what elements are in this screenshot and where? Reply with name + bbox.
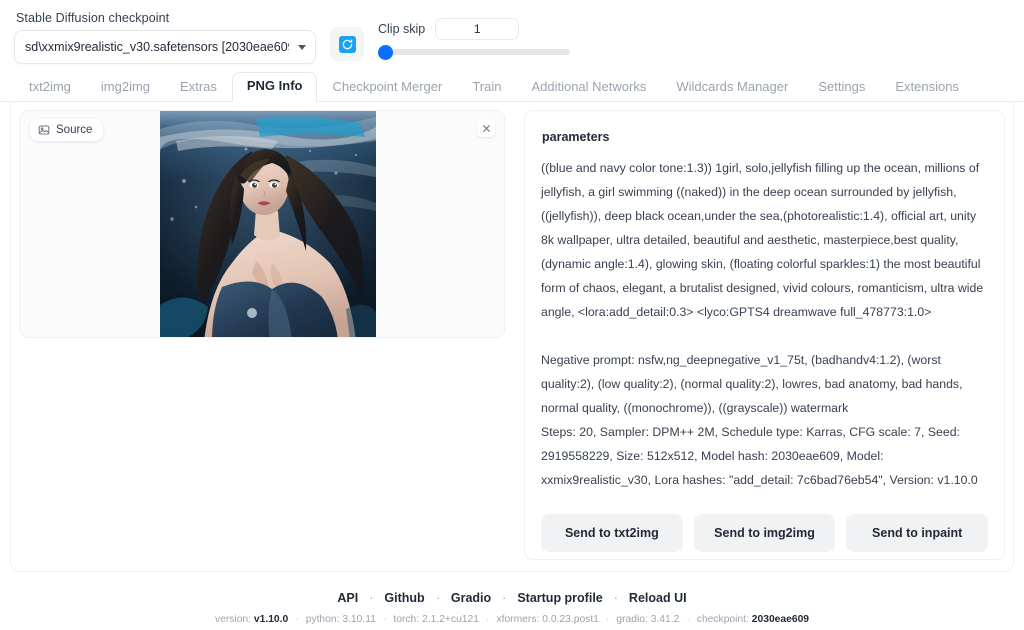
- footer-versions: version: v1.10.0 · python: 3.10.11 · torch: …: [0, 614, 1024, 625]
- footer-version-value: 3.41.2: [651, 614, 680, 625]
- topbar: Stable Diffusion checkpoint sd\xxmix9rea…: [0, 0, 1024, 64]
- footer-version-separator: ·: [606, 614, 609, 625]
- send-button-row: Send to txt2img Send to img2img Send to …: [541, 514, 988, 552]
- tab-content-png-info: Source: [10, 102, 1014, 572]
- footer-version-separator: ·: [295, 614, 298, 625]
- checkpoint-dropdown[interactable]: sd\xxmix9realistic_v30.safetensors [2030…: [14, 30, 316, 64]
- checkpoint-label: Stable Diffusion checkpoint: [16, 10, 316, 26]
- tab-extensions[interactable]: Extensions: [880, 73, 974, 102]
- refresh-icon: [339, 36, 356, 53]
- tab-png-info[interactable]: PNG Info: [232, 72, 318, 102]
- footer-version-key: gradio:: [616, 614, 647, 625]
- footer-link-github[interactable]: Github: [384, 591, 424, 605]
- footer-version-value: 0.0.23.post1: [542, 614, 599, 625]
- footer-link-startup-profile[interactable]: Startup profile: [517, 591, 602, 605]
- source-badge-label: Source: [56, 124, 92, 136]
- clip-skip-label: Clip skip: [378, 22, 425, 36]
- tab-img2img[interactable]: img2img: [86, 73, 165, 102]
- parameters-title: parameters: [542, 130, 988, 144]
- footer-links: API · Github · Gradio · Startup profile · Reload…: [0, 591, 1024, 605]
- tab-txt2img[interactable]: txt2img: [14, 73, 86, 102]
- tab-checkpoint-merger[interactable]: Checkpoint Merger: [317, 73, 457, 102]
- clip-skip-group: Clip skip 1: [378, 18, 570, 55]
- footer: API · Github · Gradio · Startup profile · Reload…: [0, 591, 1024, 625]
- checkpoint-group: Stable Diffusion checkpoint sd\xxmix9rea…: [14, 8, 316, 64]
- footer-version-item: checkpoint: 2030eae609: [697, 614, 809, 625]
- source-badge: Source: [30, 119, 103, 141]
- send-to-inpaint-button[interactable]: Send to inpaint: [846, 514, 988, 552]
- tab-settings[interactable]: Settings: [803, 73, 880, 102]
- footer-version-key: xformers:: [496, 614, 539, 625]
- footer-link-gradio[interactable]: Gradio: [451, 591, 491, 605]
- chevron-down-icon: [298, 45, 306, 50]
- left-column: Source: [19, 110, 515, 563]
- footer-link-api[interactable]: API: [337, 591, 358, 605]
- footer-version-value: 2.1.2+cu121: [422, 614, 479, 625]
- tab-extras[interactable]: Extras: [165, 73, 232, 102]
- footer-version-item: gradio: 3.41.2: [616, 614, 679, 625]
- footer-separator: ·: [369, 591, 373, 605]
- close-icon[interactable]: [477, 119, 495, 137]
- image-preview[interactable]: [160, 111, 376, 338]
- tab-wildcards-manager[interactable]: Wildcards Manager: [661, 73, 803, 102]
- parameters-text[interactable]: ((blue and navy color tone:1.3)) 1girl, …: [541, 156, 988, 492]
- footer-version-item: version: v1.10.0: [215, 614, 288, 625]
- right-column: parameters ((blue and navy color tone:1.…: [524, 110, 1005, 563]
- webui-app: Stable Diffusion checkpoint sd\xxmix9rea…: [0, 0, 1024, 630]
- footer-version-key: version:: [215, 614, 251, 625]
- footer-version-key: checkpoint:: [697, 614, 749, 625]
- footer-separator: ·: [614, 591, 618, 605]
- main-tabs: txt2imgimg2imgExtrasPNG InfoCheckpoint M…: [0, 72, 1024, 102]
- send-to-img2img-button[interactable]: Send to img2img: [694, 514, 836, 552]
- footer-version-value: v1.10.0: [254, 614, 288, 625]
- footer-separator: ·: [436, 591, 440, 605]
- image-icon: [38, 124, 50, 136]
- refresh-checkpoints-button[interactable]: [330, 27, 364, 61]
- generated-image: [160, 111, 376, 338]
- clip-skip-input[interactable]: 1: [435, 18, 519, 40]
- footer-version-key: torch:: [393, 614, 419, 625]
- parameters-panel: parameters ((blue and navy color tone:1.…: [524, 110, 1005, 560]
- footer-version-key: python:: [306, 614, 340, 625]
- footer-link-reload-ui[interactable]: Reload UI: [629, 591, 687, 605]
- footer-separator: ·: [502, 591, 506, 605]
- footer-version-value: 3.10.11: [342, 614, 376, 625]
- footer-version-item: torch: 2.1.2+cu121: [393, 614, 479, 625]
- footer-version-separator: ·: [486, 614, 489, 625]
- tab-additional-networks[interactable]: Additional Networks: [516, 73, 661, 102]
- clip-skip-slider[interactable]: [378, 49, 570, 55]
- footer-version-value: 2030eae609: [752, 614, 809, 625]
- footer-version-separator: ·: [383, 614, 386, 625]
- footer-version-item: python: 3.10.11: [306, 614, 376, 625]
- send-to-txt2img-button[interactable]: Send to txt2img: [541, 514, 683, 552]
- footer-version-item: xformers: 0.0.23.post1: [496, 614, 598, 625]
- tab-train[interactable]: Train: [457, 73, 516, 102]
- checkpoint-value: sd\xxmix9realistic_v30.safetensors [2030…: [25, 40, 289, 54]
- source-image-panel[interactable]: Source: [19, 110, 505, 338]
- clip-skip-slider-thumb[interactable]: [378, 45, 393, 60]
- footer-version-separator: ·: [686, 614, 689, 625]
